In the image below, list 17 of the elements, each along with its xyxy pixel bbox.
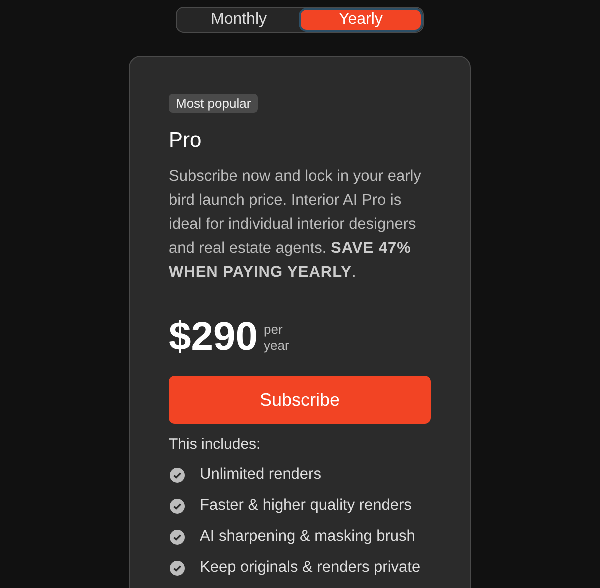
check-icon bbox=[170, 560, 185, 576]
feature-text: Unlimited renders bbox=[200, 466, 322, 484]
subscribe-button[interactable]: Subscribe bbox=[169, 376, 431, 424]
billing-tab[interactable]: Yearly bbox=[301, 10, 421, 30]
check-icon bbox=[170, 468, 185, 482]
plan-name: Pro bbox=[169, 129, 202, 153]
feature-text: AI sharpening & masking brush bbox=[200, 528, 416, 546]
feature-text: Keep originals & renders private bbox=[200, 559, 421, 577]
check-icon bbox=[170, 498, 185, 514]
feature-text: Faster & higher quality renders bbox=[200, 497, 412, 515]
billing-tab[interactable]: Monthly bbox=[179, 10, 299, 30]
plan-description: Subscribe now and lock in your early bird launch price. Interior AI Pro is ideal for individual interior designers and real estate agents. SAVE 47% WHEN PAYING YEARLY. bbox=[169, 167, 422, 283]
check-icon bbox=[170, 530, 185, 544]
includes-heading: This includes: bbox=[169, 436, 261, 453]
popular-badge: Most popular bbox=[169, 94, 258, 113]
billing-period: per year bbox=[264, 322, 290, 354]
price: $290 bbox=[169, 315, 258, 360]
